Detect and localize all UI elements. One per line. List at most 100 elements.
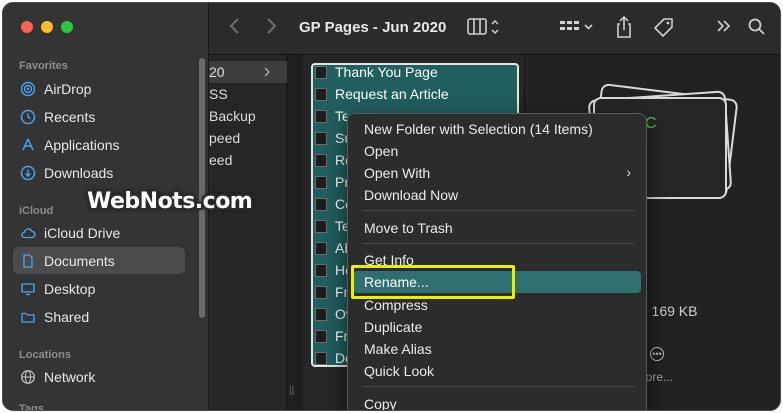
file-row[interactable]: Fr: [315, 281, 347, 303]
forward-button[interactable]: [265, 17, 277, 35]
view-mode-button[interactable]: [467, 17, 501, 37]
menu-item-copy[interactable]: Copy: [353, 393, 641, 410]
file-row[interactable]: Te: [315, 105, 347, 127]
file-row[interactable]: Pr: [315, 171, 347, 193]
sidebar-item-desktop[interactable]: Desktop: [13, 275, 185, 302]
file-icon: [315, 351, 327, 365]
sidebar-item-shared[interactable]: Shared: [13, 303, 185, 330]
document-icon: [20, 253, 36, 269]
file-icon: [315, 197, 327, 211]
sidebar-item-applications[interactable]: Applications: [13, 131, 185, 158]
file-icon: [315, 329, 327, 343]
group-button[interactable]: [559, 17, 595, 37]
minimize-button[interactable]: [41, 21, 53, 33]
file-icon: [315, 285, 327, 299]
menu-separator: [362, 243, 634, 244]
file-row[interactable]: Fr: [315, 325, 347, 347]
file-icon: [315, 175, 327, 189]
cloud-icon: [20, 225, 36, 241]
sidebar-item-label: Applications: [44, 136, 120, 153]
sidebar-item-label: Shared: [44, 308, 90, 325]
sidebar-item-label: iCloud Drive: [44, 224, 121, 241]
sidebar-item-network[interactable]: Network: [13, 363, 185, 390]
clock-icon: [20, 109, 36, 125]
file-row[interactable]: Request an Article: [315, 83, 515, 105]
menu-separator: [362, 210, 634, 211]
column-row[interactable]: Backup: [209, 105, 287, 127]
rename-callout-highlight: [351, 265, 515, 299]
menu-item-open[interactable]: Open: [353, 140, 641, 162]
sidebar-item-downloads[interactable]: Downloads: [13, 159, 185, 186]
file-icon: [315, 307, 327, 321]
column-row[interactable]: peed: [209, 127, 287, 149]
menu-item-make-alias[interactable]: Make Alias: [353, 338, 641, 360]
column-row[interactable]: 20: [209, 61, 287, 83]
chevron-right-icon: [267, 18, 277, 34]
file-row[interactable]: Su: [315, 127, 347, 149]
menu-item-quick-look[interactable]: Quick Look: [353, 360, 641, 382]
window-title: GP Pages - Jun 2020: [299, 19, 447, 36]
sidebar-heading-favorites: Favorites: [19, 60, 68, 72]
file-row[interactable]: Ab: [315, 237, 347, 259]
file-icon: [315, 87, 327, 101]
file-row[interactable]: Do: [315, 347, 347, 369]
share-icon: [617, 15, 631, 38]
search-button[interactable]: [747, 17, 767, 37]
watermark: WebNots.com: [87, 189, 253, 214]
sidebar-heading-icloud: iCloud: [19, 205, 54, 217]
menu-separator: [362, 386, 634, 387]
download-icon: [20, 165, 36, 181]
column-resize-handle[interactable]: ||: [289, 385, 294, 396]
sidebar-heading-tags: Tags: [19, 403, 44, 411]
tag-icon: [654, 18, 673, 37]
sidebar-item-label: Network: [44, 368, 96, 385]
chevron-left-icon: [229, 18, 239, 34]
close-button[interactable]: [21, 21, 33, 33]
columns-view-icon: [467, 18, 499, 35]
menu-item-new-folder-with-selection[interactable]: New Folder with Selection (14 Items): [353, 118, 641, 140]
chevron-right-icon: [264, 67, 270, 77]
file-row[interactable]: Thank You Page: [315, 61, 515, 83]
applications-icon: [20, 137, 36, 153]
submenu-arrow-icon: ›: [626, 164, 631, 180]
file-row[interactable]: Co: [315, 193, 347, 215]
search-icon: [748, 18, 765, 35]
column-row[interactable]: SS: [209, 83, 287, 105]
file-row[interactable]: Te: [315, 215, 347, 237]
file-row[interactable]: Ov: [315, 303, 347, 325]
menu-item-open-with[interactable]: Open With ›: [353, 162, 641, 184]
file-icon: [315, 65, 327, 79]
sidebar-item-recents[interactable]: Recents: [13, 103, 185, 130]
network-icon: [20, 369, 36, 385]
sidebar-item-documents[interactable]: Documents: [13, 247, 185, 274]
file-row[interactable]: He: [315, 259, 347, 281]
file-row[interactable]: Re: [315, 149, 347, 171]
sidebar-item-airdrop[interactable]: AirDrop: [13, 75, 185, 102]
file-icon: [315, 153, 327, 167]
back-button[interactable]: [229, 17, 241, 35]
double-chevron-right-icon: [717, 20, 731, 32]
file-icon: [315, 131, 327, 145]
menu-item-duplicate[interactable]: Duplicate: [353, 316, 641, 338]
window-controls: [21, 21, 73, 33]
more-button-label[interactable]: lore...: [643, 370, 673, 384]
file-icon: [315, 219, 327, 233]
more-toolbar-button[interactable]: [715, 17, 733, 35]
menu-item-move-to-trash[interactable]: Move to Trash: [353, 217, 641, 239]
preview-file-size: - 169 KB: [643, 303, 698, 319]
parent-column: 20 SS Backup peed eed: [209, 55, 287, 410]
tags-button[interactable]: [653, 17, 675, 39]
menu-item-download-now[interactable]: Download Now: [353, 184, 641, 206]
sidebar-item-icloud-drive[interactable]: iCloud Drive: [13, 219, 185, 246]
grid-group-icon: [560, 21, 593, 30]
zoom-button[interactable]: [61, 21, 73, 33]
share-button[interactable]: [615, 15, 633, 39]
more-icon[interactable]: •••: [650, 347, 664, 361]
column-row[interactable]: eed: [209, 149, 287, 171]
file-icon: [315, 263, 327, 277]
context-menu: New Folder with Selection (14 Items) Ope…: [347, 113, 647, 410]
sidebar-item-label: Documents: [44, 252, 115, 269]
sidebar-item-label: Downloads: [44, 164, 114, 181]
finder-window: Favorites AirDrop Recents Applications D…: [2, 2, 781, 411]
sidebar-scrollbar[interactable]: [199, 58, 205, 318]
